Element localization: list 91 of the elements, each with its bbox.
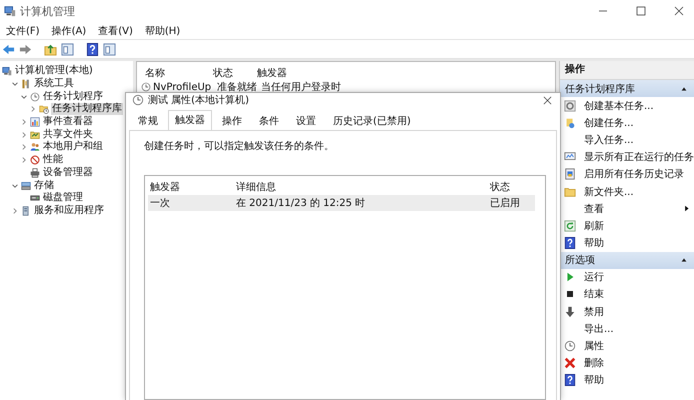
delete-icon [564, 357, 576, 370]
expanded-caret-icon[interactable] [11, 182, 19, 190]
tab[interactable]: 设置 [289, 113, 323, 130]
tree-item[interactable]: 共享文件夹 [42, 128, 94, 141]
tree-item[interactable]: 本地用户和组 [42, 141, 104, 154]
dialog-title: 测试 属性(本地计算机) [148, 94, 249, 107]
pane-title: 操作 [560, 61, 694, 80]
tree-item[interactable]: 设备管理器 [42, 166, 94, 179]
menu-item[interactable]: 帮助(H) [144, 24, 180, 38]
action-item[interactable]: 创建基本任务... [560, 97, 694, 114]
menu-item[interactable]: 文件(F) [6, 24, 40, 38]
action-item[interactable]: 删除 [560, 354, 694, 372]
back-arrow-icon[interactable] [2, 42, 15, 56]
action-item[interactable]: 结束 [560, 286, 694, 304]
computer-icon [2, 66, 12, 76]
tree-item[interactable]: 任务计划程序库 [51, 103, 123, 116]
down-arrow-icon [564, 306, 576, 318]
users-icon [30, 142, 40, 152]
folder-up-icon[interactable] [44, 42, 57, 56]
pane-icon[interactable] [103, 42, 116, 56]
column-header[interactable]: 状态 [490, 180, 535, 194]
action-item[interactable]: 显示所有正在运行的任务 [560, 148, 694, 166]
clock-icon [141, 82, 151, 92]
collapsed-caret-icon[interactable] [20, 130, 28, 139]
menu-item[interactable]: 操作(A) [52, 24, 86, 38]
shared-folder-icon [30, 130, 40, 140]
collapsed-caret-icon[interactable] [20, 118, 28, 126]
tree-item[interactable]: 事件查看器 [42, 116, 94, 128]
collapsed-caret-icon[interactable] [20, 143, 28, 152]
action-item[interactable]: 创建任务... [560, 114, 694, 132]
tree-item[interactable]: 性能 [42, 154, 64, 166]
collapsed-caret-icon[interactable] [20, 156, 28, 164]
menu-item[interactable]: 查看(V) [98, 24, 133, 38]
close-icon[interactable] [543, 96, 552, 104]
tab[interactable]: 操作 [215, 113, 249, 130]
column-header[interactable]: 触发器 [257, 66, 287, 80]
tab[interactable]: 条件 [252, 113, 286, 130]
table-cell-text: 准备就绪 [217, 80, 258, 94]
chart-icon [30, 117, 40, 128]
action-item[interactable]: 运行 [560, 268, 694, 286]
column-header[interactable]: 名称 [137, 66, 213, 80]
tree-item[interactable]: 任务计划程序 [42, 90, 104, 103]
action-item[interactable]: 帮助 [560, 372, 694, 389]
action-item[interactable]: 帮助 [560, 234, 694, 252]
section-header[interactable]: 任务计划程序库 [560, 80, 694, 97]
action-item[interactable]: 新文件夹... [560, 182, 694, 200]
tree-item[interactable]: 计算机管理(本地) [14, 65, 94, 78]
action-item[interactable]: 导入任务... [560, 131, 694, 149]
tree-item[interactable]: 存储 [33, 180, 55, 192]
description-text: 创建任务时，可以指定触发该任务的条件。 [144, 140, 335, 153]
clock-icon [30, 92, 40, 102]
tab[interactable]: 历史记录(已禁用) [326, 113, 418, 130]
folder-icon [564, 186, 576, 198]
document-icon [564, 168, 576, 180]
computer-icon [4, 5, 16, 17]
tree-item[interactable]: 服务和应用程序 [33, 204, 105, 217]
pane-icon[interactable] [61, 42, 74, 56]
forward-arrow-icon[interactable] [19, 42, 32, 56]
window-title: 计算机管理 [20, 4, 75, 18]
printer-icon [30, 168, 40, 178]
table-cell-text: NvProfileUp [152, 82, 212, 92]
tree-item[interactable]: 磁盘管理 [42, 192, 84, 204]
action-item[interactable]: 属性 [560, 337, 694, 355]
close-icon[interactable] [674, 6, 684, 16]
collapsed-caret-icon[interactable] [29, 105, 37, 114]
no-entry-icon [30, 155, 40, 166]
expanded-caret-icon[interactable] [11, 80, 19, 88]
folder-clock-icon [39, 104, 49, 114]
column-header[interactable]: 状态 [213, 66, 257, 80]
table-cell-text: 当任何用户登录时 [261, 80, 341, 94]
server-icon [21, 206, 31, 216]
action-item[interactable]: 禁用 [560, 303, 694, 320]
table-row[interactable]: 一次 在 2021/11/23 的 12:25 时 已启用 [148, 195, 535, 211]
tab[interactable]: 常规 [131, 113, 165, 130]
section-header[interactable]: 所选项 [560, 252, 694, 269]
maximize-icon[interactable] [636, 6, 646, 16]
help-icon [564, 237, 576, 250]
help-icon [564, 374, 576, 386]
action-item[interactable]: 查看 [560, 200, 694, 218]
tab[interactable]: 触发器 [168, 110, 212, 130]
help-icon[interactable] [86, 42, 99, 56]
tree-item[interactable]: 系统工具 [33, 78, 75, 90]
refresh-icon [564, 220, 576, 232]
collapsed-caret-icon[interactable] [11, 206, 19, 215]
column-header[interactable]: 详细信息 [236, 180, 490, 194]
clock-icon [564, 340, 576, 352]
column-header[interactable]: 触发器 [148, 180, 236, 194]
action-item[interactable]: 启用所有任务历史记录 [560, 166, 694, 183]
action-item[interactable]: 导出... [560, 320, 694, 338]
action-item[interactable]: 刷新 [560, 217, 694, 234]
expanded-caret-icon[interactable] [20, 92, 28, 101]
